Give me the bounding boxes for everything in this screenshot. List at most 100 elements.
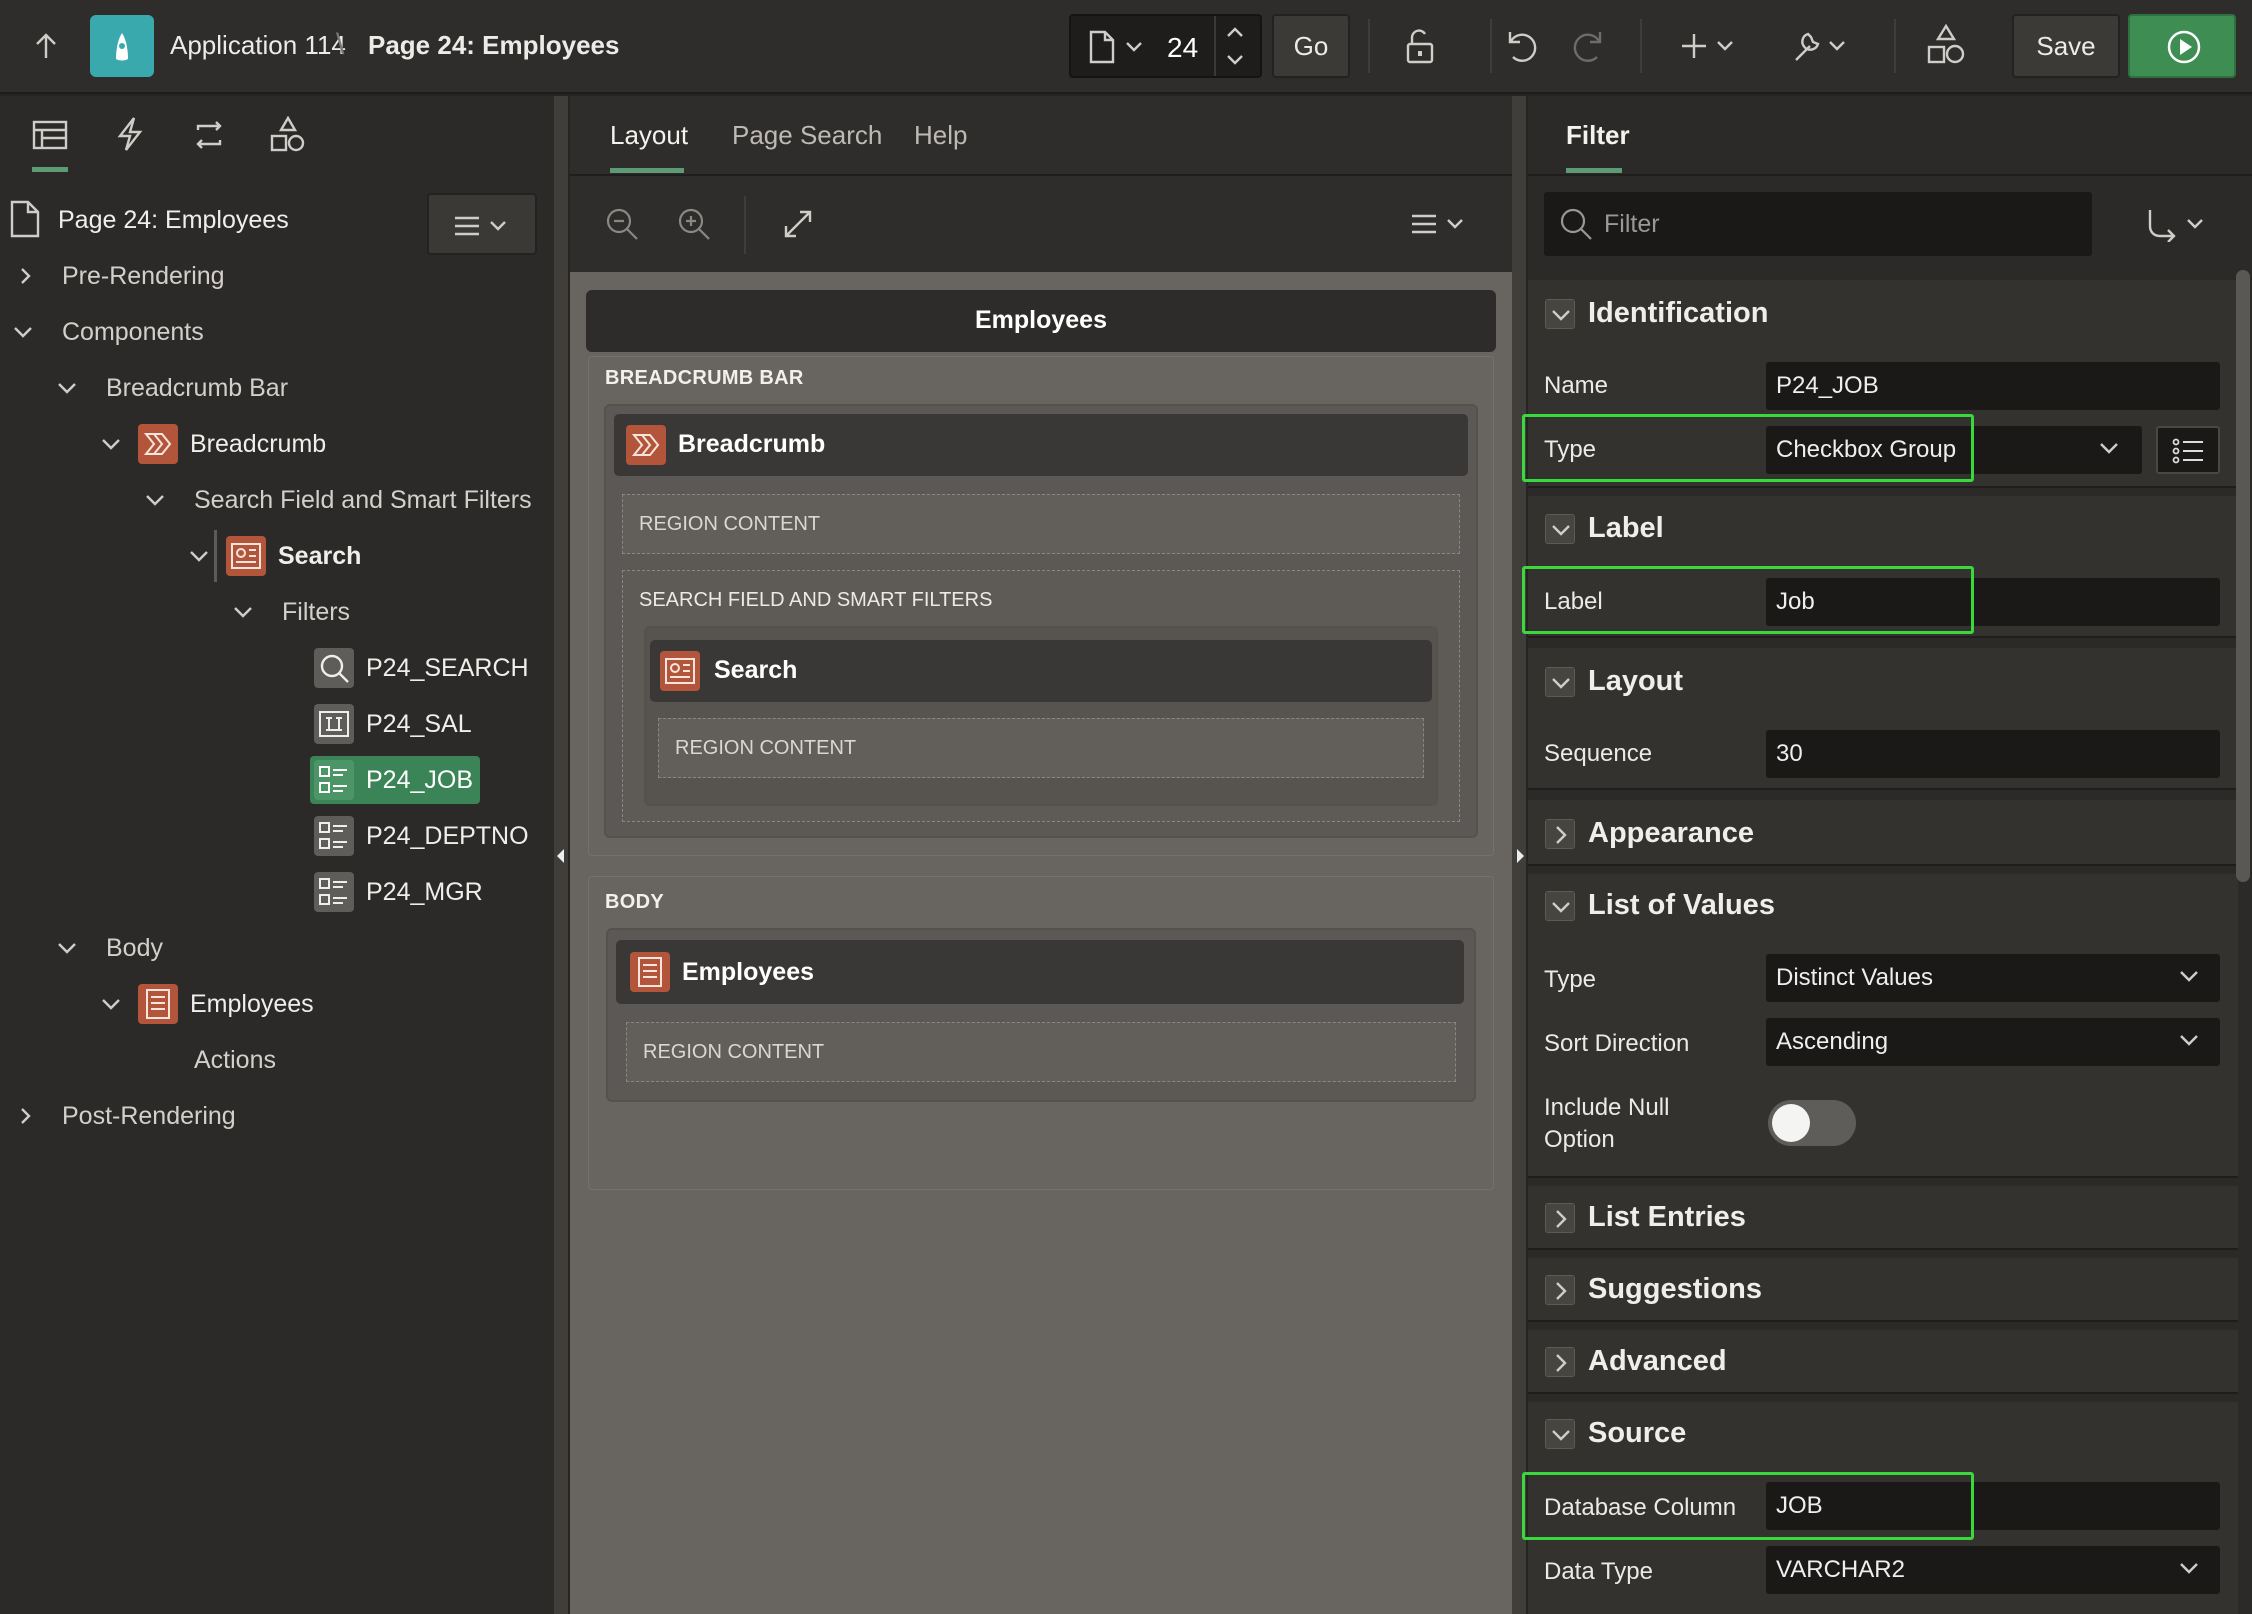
tree-page-node[interactable]: Page 24: Employees [58,200,289,240]
increment-icon[interactable] [1225,24,1245,40]
region-content-drop[interactable]: REGION CONTENT [622,494,1460,554]
chevron-down-icon[interactable] [56,378,78,398]
layout-menu-icon[interactable] [1410,212,1468,236]
section-title-identification[interactable]: Identification [1588,297,1768,330]
tree-item-p24-sal[interactable]: P24_SAL [366,704,472,744]
page-header-region[interactable]: Employees [586,290,1496,352]
filter-box[interactable] [1544,192,2092,256]
chevron-down-icon[interactable] [1125,40,1143,54]
tree-item-search-field[interactable]: Search Field and Smart Filters [194,480,532,520]
create-icon[interactable] [1682,30,1738,62]
chevron-down-icon[interactable] [232,602,254,622]
employees-region-header[interactable]: Employees [616,940,1464,1004]
section-title-list-entries[interactable]: List Entries [1588,1201,1746,1234]
tree-item-body[interactable]: Body [106,928,163,968]
section-title-advanced[interactable]: Advanced [1588,1345,1727,1378]
region-content-drop[interactable]: REGION CONTENT [658,718,1424,778]
tab-page-search[interactable]: Page Search [732,120,882,151]
chevron-down-icon[interactable] [100,434,122,454]
tab-help[interactable]: Help [914,120,967,151]
expand-icon[interactable] [780,206,816,242]
tree-item-p24-mgr[interactable]: P24_MGR [366,872,483,912]
page-selector[interactable]: 24 [1069,14,1262,78]
include-null-toggle[interactable] [1768,1100,1856,1146]
collapse-icon[interactable] [1545,514,1575,544]
shared-components-icon[interactable] [1926,24,1966,66]
prop-datatype-select[interactable]: VARCHAR2 [1766,1546,2220,1594]
app-name-link[interactable]: Application 114 [170,30,346,61]
section-title-label[interactable]: Label [1588,512,1664,545]
tree-item-filters[interactable]: Filters [282,592,350,632]
collapse-icon[interactable] [1545,667,1575,697]
tree-item-employees[interactable]: Employees [190,984,314,1024]
section-title-layout[interactable]: Layout [1588,665,1683,698]
section-title-suggestions[interactable]: Suggestions [1588,1273,1762,1306]
section-title-source[interactable]: Source [1588,1417,1686,1450]
up-arrow-icon[interactable] [30,30,62,62]
rendering-tab-icon[interactable] [32,120,68,150]
chevron-down-icon[interactable] [144,490,166,510]
section-title-lov[interactable]: List of Values [1588,889,1775,922]
processing-icon[interactable] [190,118,228,152]
tree-item-search[interactable]: Search [278,536,361,576]
prop-sequence-input[interactable]: 30 [1766,730,2220,778]
tree-item-breadcrumb[interactable]: Breadcrumb [190,424,326,464]
page-number-input[interactable]: 24 [1167,32,1198,64]
expand-section-icon[interactable] [1545,1203,1575,1233]
prop-name-input[interactable]: P24_JOB [1766,362,2220,410]
utilities-wrench-icon[interactable] [1790,26,1850,66]
collapse-icon[interactable] [1545,891,1575,921]
dynamic-actions-icon[interactable] [114,116,146,152]
tree-item-p24-deptno[interactable]: P24_DEPTNO [366,816,529,856]
tab-layout[interactable]: Layout [610,120,688,151]
tree-item-p24-search[interactable]: P24_SEARCH [366,648,529,688]
tree-item-breadcrumb-bar[interactable]: Breadcrumb Bar [106,368,288,408]
run-button[interactable] [2128,14,2236,78]
zoom-out-icon[interactable] [604,206,640,242]
chevron-right-icon[interactable] [16,1106,36,1126]
decrement-icon[interactable] [1225,52,1245,68]
prop-lov-type-select[interactable]: Distinct Values [1766,954,2220,1002]
expand-section-icon[interactable] [1545,1275,1575,1305]
chevron-down-icon[interactable] [2098,440,2120,458]
prop-sort-select[interactable]: Ascending [1766,1018,2220,1066]
search-region-header[interactable]: Search [650,640,1432,702]
tree-item-p24-job[interactable]: P24_JOB [366,760,473,800]
tree-item-actions[interactable]: Actions [194,1040,276,1080]
expand-section-icon[interactable] [1545,1347,1575,1377]
tab-filter[interactable]: Filter [1566,120,1630,151]
filter-input[interactable] [1604,202,2074,246]
tree-item-post-rendering[interactable]: Post-Rendering [62,1096,236,1136]
type-list-button[interactable] [2156,426,2220,474]
chevron-down-icon[interactable] [12,322,34,342]
chevron-down-icon[interactable] [188,546,210,566]
tree-item-pre-rendering[interactable]: Pre-Rendering [62,256,225,296]
go-to-group-icon[interactable] [2146,206,2208,242]
breadcrumb-region-header[interactable]: Breadcrumb [614,414,1468,476]
section-title-appearance[interactable]: Appearance [1588,817,1754,850]
checkbox-group-icon [314,816,354,856]
save-button[interactable]: Save [2012,14,2120,78]
property-scrollbar[interactable] [2236,270,2250,882]
chevron-down-icon[interactable] [2178,1032,2200,1050]
chevron-down-icon[interactable] [2178,968,2200,986]
collapse-icon[interactable] [1545,1419,1575,1449]
right-splitter[interactable] [1512,96,1526,1614]
collapse-icon[interactable] [1545,299,1575,329]
expand-section-icon[interactable] [1545,819,1575,849]
chevron-down-icon[interactable] [100,994,122,1014]
tree-item-components[interactable]: Components [62,312,204,352]
redo-icon[interactable] [1570,26,1610,66]
app-icon[interactable] [90,15,154,77]
go-button[interactable]: Go [1272,14,1350,78]
zoom-in-icon[interactable] [676,206,712,242]
undo-icon[interactable] [1500,26,1540,66]
chevron-down-icon[interactable] [56,938,78,958]
tree-menu-button[interactable] [427,193,537,255]
unlock-icon[interactable] [1398,26,1438,66]
region-content-drop[interactable]: REGION CONTENT [626,1022,1456,1082]
shared-components-tab-icon[interactable] [270,116,306,154]
chevron-down-icon[interactable] [2178,1560,2200,1578]
left-splitter[interactable] [554,96,568,1614]
chevron-right-icon[interactable] [16,266,36,286]
